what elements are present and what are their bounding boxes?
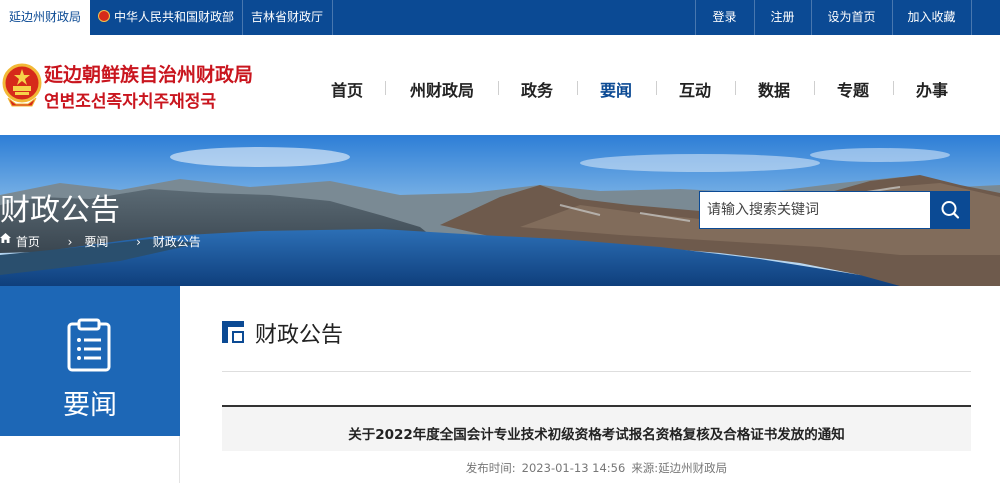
national-emblem-icon bbox=[2, 63, 42, 107]
tab-ministry-of-finance[interactable]: 中华人民共和国财政部 bbox=[90, 0, 242, 35]
divider bbox=[971, 0, 972, 35]
search-input[interactable] bbox=[699, 191, 930, 229]
nav-divider bbox=[385, 81, 386, 95]
link-label: 登录 bbox=[712, 10, 737, 24]
tab-jilin-finance[interactable]: 吉林省财政厅 bbox=[242, 0, 332, 35]
sidebar-section-box: 要闻 bbox=[0, 286, 180, 436]
tab-label: 中华人民共和国财政部 bbox=[113, 10, 234, 24]
breadcrumb-home[interactable]: 首页 bbox=[16, 233, 40, 250]
source-value: 延边州财政局 bbox=[658, 461, 728, 475]
tab-label: 吉林省财政厅 bbox=[250, 10, 323, 24]
article-header: 关于2022年度全国会计专业技术初级资格考试报名资格复核及合格证书发放的通知 bbox=[222, 405, 971, 451]
magnifier-icon bbox=[941, 201, 960, 219]
add-favorite-link[interactable]: 加入收藏 bbox=[892, 0, 971, 35]
national-emblem-icon bbox=[97, 10, 110, 22]
clipboard-list-icon bbox=[67, 318, 111, 372]
logo-name-korean: 연변조선족자치주재정국 bbox=[44, 92, 217, 112]
nav-item-data[interactable]: 数据 bbox=[758, 77, 790, 101]
publish-date: 2023-01-13 14:56 bbox=[521, 461, 626, 475]
link-label: 加入收藏 bbox=[907, 10, 956, 24]
search-bar bbox=[699, 191, 970, 229]
banner-title: 财政公告 bbox=[0, 193, 120, 228]
nav-divider bbox=[893, 81, 894, 95]
link-label: 设为首页 bbox=[827, 10, 876, 24]
nav-divider bbox=[577, 81, 578, 95]
link-label: 注册 bbox=[770, 10, 795, 24]
breadcrumb-news[interactable]: 要闻 bbox=[84, 233, 108, 250]
nav-item-home[interactable]: 首页 bbox=[331, 77, 363, 101]
nav-item-government-affairs[interactable]: 政务 bbox=[521, 77, 553, 101]
sidebar-title: 要闻 bbox=[63, 390, 117, 421]
nav-divider bbox=[656, 81, 657, 95]
breadcrumb-current[interactable]: 财政公告 bbox=[153, 233, 201, 250]
section-title-marker-icon bbox=[222, 321, 244, 343]
breadcrumb: 首页 › 要闻 › 财政公告 bbox=[0, 233, 201, 250]
nav-item-services[interactable]: 办事 bbox=[916, 77, 948, 101]
nav-divider bbox=[498, 81, 499, 95]
chevron-right-icon: › bbox=[136, 235, 141, 249]
logo-name-chinese: 延边朝鲜族自治州财政局 bbox=[44, 64, 254, 86]
nav-divider bbox=[814, 81, 815, 95]
tab-yanbian-finance[interactable]: 延边州财政局 bbox=[0, 0, 90, 35]
section-title: 财政公告 bbox=[255, 323, 344, 348]
article-title: 关于2022年度全国会计专业技术初级资格考试报名资格复核及合格证书发放的通知 bbox=[348, 427, 845, 443]
publish-time-label: 发布时间: bbox=[465, 461, 516, 475]
register-link[interactable]: 注册 bbox=[754, 0, 811, 35]
source-label: 来源: bbox=[631, 461, 659, 475]
tab-label: 延边州财政局 bbox=[8, 10, 81, 24]
set-homepage-link[interactable]: 设为首页 bbox=[811, 0, 892, 35]
page-banner: 财政公告 首页 › 要闻 › 财政公告 bbox=[0, 135, 1000, 286]
sidebar-divider bbox=[179, 436, 180, 483]
nav-item-special-topics[interactable]: 专题 bbox=[837, 77, 869, 101]
article-meta: 发布时间: 2023-01-13 14:56 来源:延边州财政局 bbox=[222, 460, 971, 476]
site-header: 延边朝鲜族自治州财政局 연변조선족자치주재정국 首页 州财政局 政务 要闻 互动… bbox=[0, 35, 1000, 135]
nav-item-interaction[interactable]: 互动 bbox=[679, 77, 711, 101]
search-button[interactable] bbox=[930, 191, 970, 229]
site-logo[interactable]: 延边朝鲜族自治州财政局 연변조선족자치주재정국 bbox=[0, 58, 260, 114]
nav-divider bbox=[735, 81, 736, 95]
nav-item-news[interactable]: 要闻 bbox=[600, 77, 632, 101]
top-bar: 延边州财政局 中华人民共和国财政部 吉林省财政厅 登录 注册 设为首页 加入收藏 bbox=[0, 0, 1000, 35]
nav-item-finance-bureau[interactable]: 州财政局 bbox=[410, 77, 474, 101]
chevron-right-icon: › bbox=[67, 235, 73, 249]
section-divider bbox=[222, 371, 971, 372]
divider bbox=[332, 0, 333, 35]
login-link[interactable]: 登录 bbox=[695, 0, 754, 35]
